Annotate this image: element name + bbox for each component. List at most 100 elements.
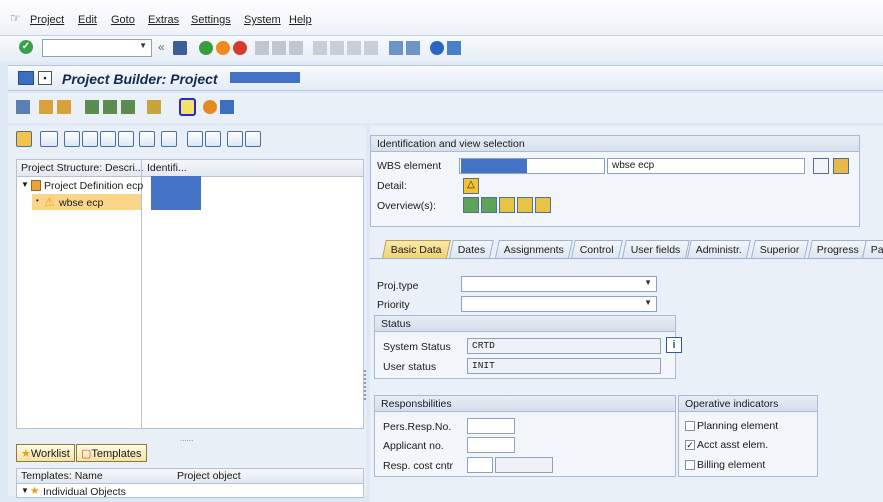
overview-table-icon[interactable] [535,197,551,213]
projtype-dropdown[interactable]: ▼ [461,276,657,292]
acct-checkbox[interactable]: ✓ [685,440,695,450]
layout-icon[interactable] [447,41,461,55]
duplicate-icon[interactable] [118,131,134,147]
hierarchy-icon[interactable] [39,100,53,114]
search-icon[interactable] [187,131,203,147]
edit-icon[interactable] [813,158,829,174]
menu-edit[interactable]: Edit [78,14,97,26]
search-next-icon[interactable] [205,131,221,147]
tab-progress[interactable]: Progress [808,240,868,258]
expand-arrow-icon[interactable]: ▼ [21,486,29,495]
save-icon[interactable] [173,41,187,55]
info-icon[interactable] [220,100,234,114]
overview-milestone-icon[interactable] [499,197,515,213]
next-page-icon[interactable] [347,41,361,55]
first-page-icon[interactable] [313,41,327,55]
wbs-description-input[interactable]: wbse ecp [607,158,805,174]
prev-page-icon[interactable] [330,41,344,55]
create-icon[interactable] [40,131,58,147]
cut-icon[interactable] [64,131,80,147]
tab-superior[interactable]: Superior [751,240,809,258]
cost-cntr-desc [495,457,553,473]
menu-goto[interactable]: Goto [111,14,135,26]
copy-icon[interactable] [82,131,98,147]
status-icon[interactable] [203,100,217,114]
system-status-field: CRTD [467,338,661,354]
tree-col-identification[interactable]: Identifi... [147,162,187,174]
structure-icon[interactable] [16,100,30,114]
exit-icon[interactable] [216,41,230,55]
applicant-label: Applicant no. [383,440,444,452]
undo-icon[interactable] [139,131,155,147]
notes-icon[interactable] [179,98,196,116]
identification-group: Identification and view selection WBS el… [370,135,860,227]
menu-icon[interactable]: ☞ [10,11,21,25]
splitter-handle[interactable] [364,370,367,400]
graphic-icon[interactable] [103,100,117,114]
delete-icon[interactable] [161,131,177,147]
user-status-field: INIT [467,358,661,374]
pers-resp-input[interactable] [467,418,515,434]
system-menu-icon[interactable]: ▪ [38,71,52,85]
overview-doc-icon[interactable] [517,197,533,213]
tab-administr[interactable]: Administr. [687,240,751,258]
print-icon[interactable] [255,41,269,55]
back-icon[interactable] [199,41,213,55]
worklist-tab[interactable]: ★Worklist [16,444,75,462]
tab-control[interactable]: Control [571,240,623,258]
overview-icon[interactable] [121,100,135,114]
application-toolbar [8,93,883,123]
shortcut-icon[interactable] [406,41,420,55]
user-status-label: User status [383,361,437,373]
expand-icon[interactable] [227,131,243,147]
find-icon[interactable] [272,41,286,55]
overview-structure-icon[interactable] [463,197,479,213]
menu-system[interactable]: System [244,14,281,26]
tree-node-wbs[interactable]: wbse ecp [59,197,103,209]
find-next-icon[interactable] [289,41,303,55]
help-icon[interactable] [430,41,444,55]
templates-item[interactable]: Individual Objects [43,486,126,498]
planning-board-icon[interactable] [85,100,99,114]
detail-warning-icon[interactable]: △ [463,178,479,194]
settings-icon[interactable] [147,100,161,114]
tree-col-description[interactable]: Project Structure: Descri... [21,162,144,174]
new-session-icon[interactable] [389,41,403,55]
splitter-dots[interactable]: ...... [180,434,193,443]
collapse-all-icon[interactable] [245,131,261,147]
menu-settings[interactable]: Settings [191,14,231,26]
person-icon[interactable] [833,158,849,174]
priority-dropdown[interactable]: ▼ [461,296,657,312]
tab-pa[interactable]: Pa [862,240,883,258]
tab-assignments[interactable]: Assignments [495,240,573,258]
expand-arrow-icon[interactable]: ▼ [21,180,29,189]
status-group: Status System Status CRTD User status IN… [374,315,676,379]
applicant-input[interactable] [467,437,515,453]
cancel-icon[interactable] [233,41,247,55]
status-info-icon[interactable]: i [666,337,682,353]
acct-label: Acct asst elem. [697,439,769,451]
last-page-icon[interactable] [364,41,378,55]
overview-list-icon[interactable] [481,197,497,213]
open-icon[interactable] [16,131,32,147]
billing-checkbox[interactable] [685,460,695,470]
templates-col-name[interactable]: Templates: Name [21,470,103,482]
enter-icon[interactable]: ✓ [19,40,33,54]
tree-node-project-definition[interactable]: Project Definition ecp [44,180,143,192]
tab-user-fields[interactable]: User fields [622,240,690,258]
collapse-icon[interactable]: « [158,40,165,54]
menu-help[interactable]: Help [289,14,312,26]
command-field[interactable]: ▼ [42,39,152,57]
templates-col-object[interactable]: Project object [177,470,241,482]
tab-dates[interactable]: Dates [449,240,495,258]
menu-extras[interactable]: Extras [148,14,179,26]
tree-header: Project Structure: Descri... Identifi... [17,160,363,177]
paste-icon[interactable] [100,131,116,147]
menu-project[interactable]: Project [30,14,64,26]
tab-basic-data[interactable]: Basic Data [382,240,451,258]
cost-cntr-input[interactable] [467,457,493,473]
left-panel: Project Structure: Descri... Identifi...… [8,126,366,498]
planning-checkbox[interactable] [685,421,695,431]
templates-tab[interactable]: ▢Templates [76,444,147,462]
network-icon[interactable] [57,100,71,114]
